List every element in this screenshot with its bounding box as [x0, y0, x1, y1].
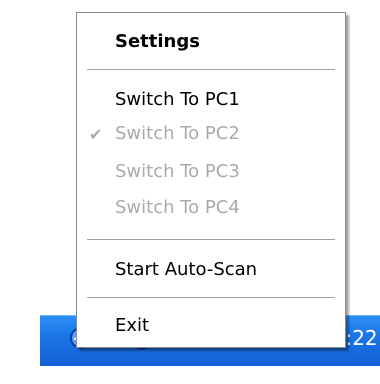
menu-item-switch-pc4: Switch To PC4 — [115, 197, 240, 218]
menu-item-switch-pc3: Switch To PC3 — [115, 161, 240, 182]
menu-separator — [87, 69, 335, 71]
menu-item-start-auto-scan[interactable]: Start Auto-Scan — [115, 259, 257, 280]
menu-separator — [87, 239, 335, 241]
menu-separator — [87, 297, 335, 299]
menu-item-switch-pc1[interactable]: Switch To PC1 — [115, 89, 240, 110]
menu-item-switch-pc2: Switch To PC2 — [115, 123, 240, 144]
menu-item-settings[interactable]: Settings — [115, 31, 200, 52]
tray-context-menu: Settings Switch To PC1 ✔ Switch To PC2 S… — [76, 12, 346, 348]
menu-item-exit[interactable]: Exit — [115, 315, 149, 336]
checkmark-icon: ✔ — [89, 125, 103, 144]
